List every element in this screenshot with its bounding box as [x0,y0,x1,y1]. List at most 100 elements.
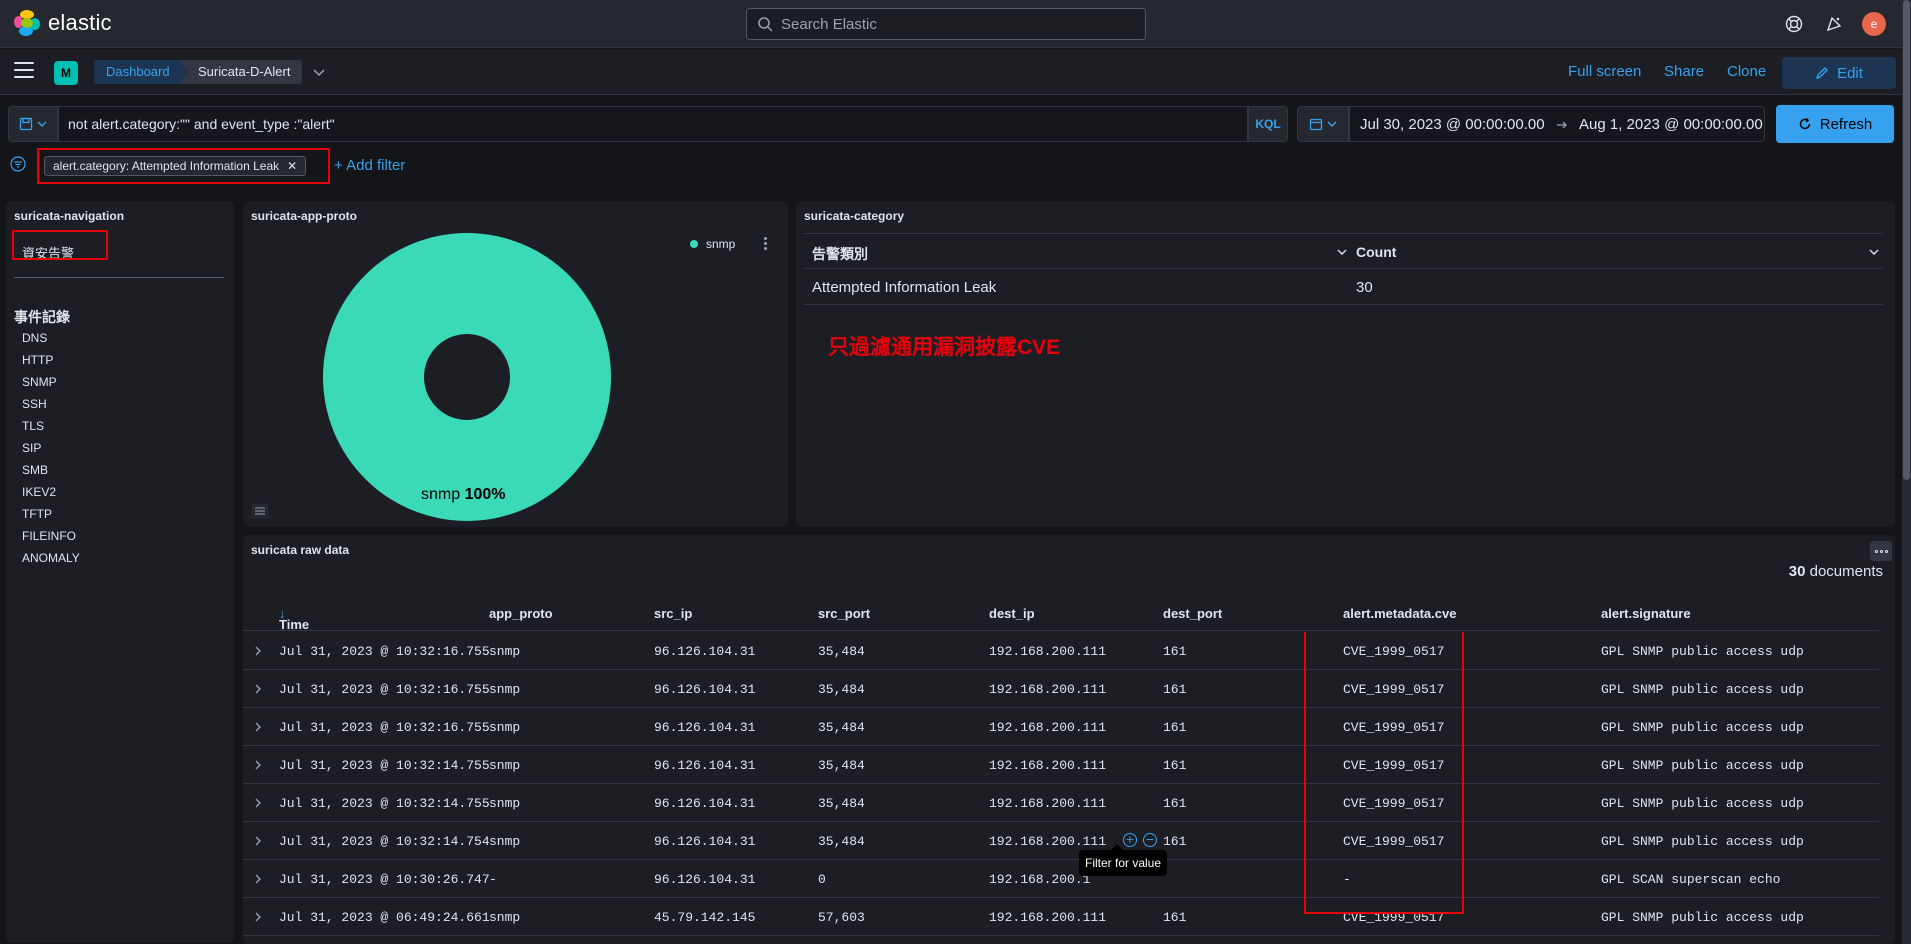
cell-dest-port[interactable]: 161 [1163,910,1186,925]
panel-options-icon[interactable] [764,237,768,253]
filter-in-icon[interactable]: + [1123,833,1137,847]
cell-app-proto[interactable]: snmp [489,796,520,811]
cell-src-port[interactable]: 35,484 [818,834,865,849]
nav-item-http[interactable]: HTTP [22,353,53,367]
refresh-button[interactable]: Refresh [1776,105,1894,143]
menu-icon[interactable] [14,62,34,78]
cell-app-proto[interactable]: snmp [489,644,520,659]
cell-signature[interactable]: GPL SNMP public access udp [1601,682,1804,697]
nav-item-tls[interactable]: TLS [22,419,44,433]
cell-src-port[interactable]: 35,484 [818,796,865,811]
cell-dest-port[interactable]: 161 [1163,644,1186,659]
table-cell[interactable]: Attempted Information Leak [812,279,996,296]
cell-time[interactable]: Jul 31, 2023 @ 06:49:24.661 [279,910,490,925]
cell-src-port[interactable]: 35,484 [818,758,865,773]
date-quick-menu[interactable] [1297,106,1349,142]
panel-options-icon[interactable] [1870,541,1892,561]
breadcrumb-dashboard[interactable]: Dashboard [94,60,190,84]
nav-item-anomaly[interactable]: ANOMALY [22,551,80,565]
expand-row-icon[interactable] [253,797,263,809]
cell-dest-ip[interactable]: 192.168.200.111 [989,796,1106,811]
cell-src-ip[interactable]: 96.126.104.31 [654,796,755,811]
edit-button[interactable]: Edit [1782,57,1896,89]
expand-row-icon[interactable] [253,721,263,733]
cell-app-proto[interactable]: snmp [489,834,520,849]
cell-time[interactable]: Jul 31, 2023 @ 10:32:16.755 [279,644,490,659]
legend-toggle-icon[interactable] [251,503,269,519]
cell-src-ip[interactable]: 96.126.104.31 [654,720,755,735]
expand-row-icon[interactable] [253,835,263,847]
space-avatar[interactable]: M [54,61,78,85]
cell-src-ip[interactable]: 96.126.104.31 [654,834,755,849]
nav-item-snmp[interactable]: SNMP [22,375,57,389]
cell-app-proto[interactable]: snmp [489,758,520,773]
nav-item-fileinfo[interactable]: FILEINFO [22,529,76,543]
cell-dest-ip[interactable]: 192.168.200.111 [989,682,1106,697]
column-header-category[interactable]: 告警類別 [812,244,868,264]
chevron-down-icon[interactable] [312,65,326,79]
cell-dest-port[interactable]: 161 [1163,720,1186,735]
nav-item-tftp[interactable]: TFTP [22,507,52,521]
cell-src-port[interactable]: 0 [818,872,826,887]
column-header-dest-port[interactable]: dest_port [1163,606,1222,621]
cell-src-ip[interactable]: 96.126.104.31 [654,682,755,697]
cell-signature[interactable]: GPL SNMP public access udp [1601,834,1804,849]
column-header-count[interactable]: Count [1356,244,1396,260]
cell-dest-ip[interactable]: 192.168.200.111 [989,758,1106,773]
cell-src-ip[interactable]: 45.79.142.145 [654,910,755,925]
query-input[interactable]: not alert.category:"" and event_type :"a… [58,106,1248,142]
column-header-time[interactable]: Time ↓ [279,606,309,632]
cell-signature[interactable]: GPL SNMP public access udp [1601,644,1804,659]
saved-query-button[interactable] [8,106,58,142]
date-start[interactable]: Jul 30, 2023 @ 00:00:00.00 [1360,116,1545,133]
cell-time[interactable]: Jul 31, 2023 @ 10:32:14.755 [279,796,490,811]
column-header-app-proto[interactable]: app_proto [489,606,553,621]
column-header-cve[interactable]: alert.metadata.cve [1343,606,1456,621]
chevron-down-icon[interactable] [1868,246,1880,258]
help-button[interactable] [1782,12,1806,36]
cell-src-ip[interactable]: 96.126.104.31 [654,872,755,887]
cell-signature[interactable]: GPL SNMP public access udp [1601,758,1804,773]
cell-dest-ip[interactable]: 192.168.200.111 [989,720,1106,735]
cell-dest-ip[interactable]: 192.168.200.111 [989,834,1106,849]
user-avatar[interactable]: e [1862,12,1886,36]
add-filter-button[interactable]: + Add filter [334,157,405,174]
column-header-src-ip[interactable]: src_ip [654,606,692,621]
share-button[interactable]: Share [1664,63,1704,80]
cell-src-port[interactable]: 35,484 [818,720,865,735]
nav-item-sip[interactable]: SIP [22,441,41,455]
cell-src-ip[interactable]: 96.126.104.31 [654,644,755,659]
cell-time[interactable]: Jul 31, 2023 @ 10:32:16.755 [279,682,490,697]
news-button[interactable] [1822,12,1846,36]
nav-item-ssh[interactable]: SSH [22,397,47,411]
cell-src-port[interactable]: 35,484 [818,682,865,697]
query-language-button[interactable]: KQL [1248,106,1288,142]
cell-dest-port[interactable]: 161 [1163,834,1186,849]
cell-time[interactable]: Jul 31, 2023 @ 10:32:16.755 [279,720,490,735]
clone-button[interactable]: Clone [1727,63,1766,80]
cell-dest-port[interactable]: 161 [1163,758,1186,773]
cell-dest-port[interactable]: 161 [1163,796,1186,811]
cell-time[interactable]: Jul 31, 2023 @ 10:32:14.754 [279,834,490,849]
cell-app-proto[interactable]: snmp [489,682,520,697]
filter-out-icon[interactable]: − [1143,833,1157,847]
expand-row-icon[interactable] [253,759,263,771]
table-cell[interactable]: 30 [1356,279,1373,296]
cell-signature[interactable]: GPL SNMP public access udp [1601,796,1804,811]
expand-row-icon[interactable] [253,873,263,885]
cell-app-proto[interactable]: - [489,872,497,887]
expand-row-icon[interactable] [253,645,263,657]
cell-dest-port[interactable]: 161 [1163,682,1186,697]
expand-row-icon[interactable] [253,683,263,695]
cell-dest-ip[interactable]: 192.168.200.1 [989,872,1090,887]
filter-icon[interactable] [10,156,26,172]
column-header-signature[interactable]: alert.signature [1601,606,1691,621]
legend-item[interactable]: snmp [690,237,735,251]
cell-src-port[interactable]: 35,484 [818,644,865,659]
cell-signature[interactable]: GPL SNMP public access udp [1601,910,1804,925]
cell-app-proto[interactable]: snmp [489,910,520,925]
date-end[interactable]: Aug 1, 2023 @ 00:00:00.00 [1579,116,1763,133]
global-search[interactable] [746,8,1146,40]
nav-item-smb[interactable]: SMB [22,463,48,477]
nav-item-dns[interactable]: DNS [22,331,47,345]
